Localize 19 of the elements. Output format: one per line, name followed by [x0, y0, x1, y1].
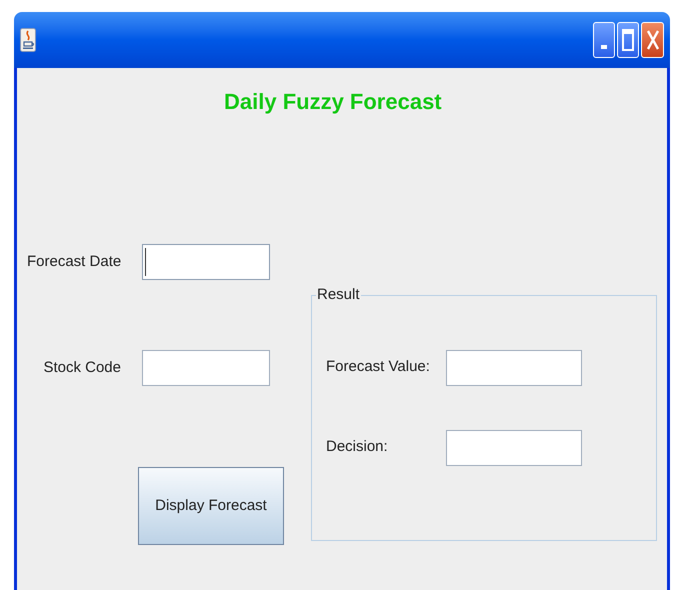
- java-cup-icon: [20, 28, 36, 52]
- minimize-button[interactable]: [593, 22, 615, 58]
- display-forecast-button[interactable]: Display Forecast: [138, 467, 284, 545]
- field-label: Decision:: [326, 437, 389, 458]
- form-heading: Daily Fuzzy Forecast: [224, 88, 442, 116]
- maximize-icon: [622, 29, 634, 51]
- input-field[interactable]: [142, 350, 270, 386]
- result-legend: Result: [316, 284, 361, 306]
- input-field[interactable]: [142, 244, 270, 280]
- input-field[interactable]: [446, 430, 582, 466]
- input-field[interactable]: [446, 350, 582, 386]
- maximize-button[interactable]: [617, 22, 639, 58]
- text-cursor: [145, 248, 146, 276]
- close-button[interactable]: [641, 22, 664, 58]
- field-label: Stock Code: [42, 358, 121, 378]
- field-label: Forecast Value:: [326, 357, 431, 378]
- close-icon: [646, 29, 660, 51]
- minimize-icon: [601, 45, 607, 49]
- field-label: Forecast Date: [27, 252, 121, 272]
